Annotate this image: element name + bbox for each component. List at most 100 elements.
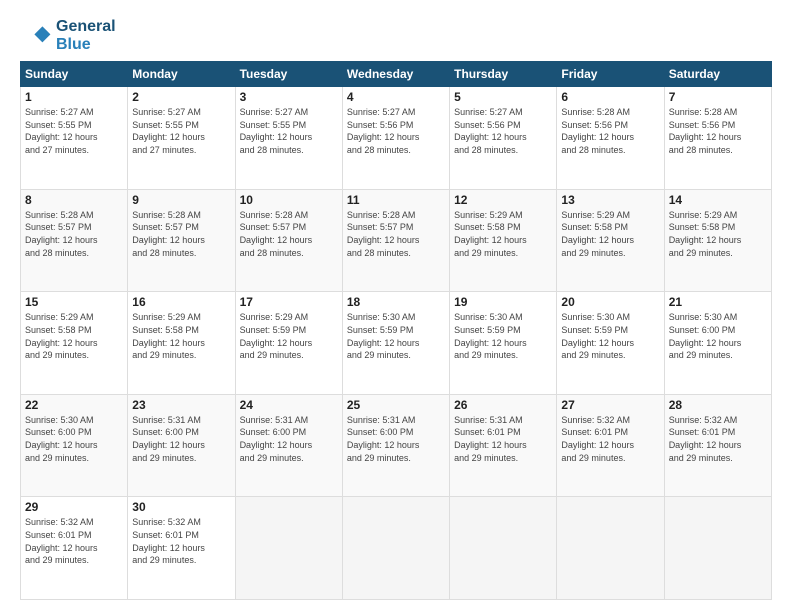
- weekday-header-row: SundayMondayTuesdayWednesdayThursdayFrid…: [21, 62, 772, 87]
- weekday-header-cell: Wednesday: [342, 62, 449, 87]
- day-info: Sunrise: 5:29 AM Sunset: 5:58 PM Dayligh…: [561, 209, 659, 259]
- calendar-day-cell: 20 Sunrise: 5:30 AM Sunset: 5:59 PM Dayli…: [557, 292, 664, 395]
- day-info: Sunrise: 5:28 AM Sunset: 5:56 PM Dayligh…: [561, 106, 659, 156]
- day-number: 26: [454, 398, 552, 412]
- calendar-body: 1 Sunrise: 5:27 AM Sunset: 5:55 PM Daylig…: [21, 87, 772, 600]
- calendar-day-cell: 1 Sunrise: 5:27 AM Sunset: 5:55 PM Daylig…: [21, 87, 128, 190]
- calendar-day-cell: 19 Sunrise: 5:30 AM Sunset: 5:59 PM Dayli…: [450, 292, 557, 395]
- calendar-day-cell: 29Sunrise: 5:32 AM Sunset: 6:01 PM Dayli…: [21, 497, 128, 600]
- day-number: 16: [132, 295, 230, 309]
- logo: General Blue: [20, 18, 116, 53]
- calendar-day-cell: 14 Sunrise: 5:29 AM Sunset: 5:58 PM Dayli…: [664, 189, 771, 292]
- day-number: 19: [454, 295, 552, 309]
- day-info: Sunrise: 5:29 AM Sunset: 5:58 PM Dayligh…: [669, 209, 767, 259]
- day-info: Sunrise: 5:28 AM Sunset: 5:57 PM Dayligh…: [347, 209, 445, 259]
- calendar-day-cell: 15 Sunrise: 5:29 AM Sunset: 5:58 PM Dayli…: [21, 292, 128, 395]
- day-info: Sunrise: 5:31 AM Sunset: 6:00 PM Dayligh…: [347, 414, 445, 464]
- day-number: 17: [240, 295, 338, 309]
- day-number: 1: [25, 90, 123, 104]
- day-info: Sunrise: 5:30 AM Sunset: 5:59 PM Dayligh…: [561, 311, 659, 361]
- calendar-day-cell: 5 Sunrise: 5:27 AM Sunset: 5:56 PM Daylig…: [450, 87, 557, 190]
- calendar-day-cell: 26 Sunrise: 5:31 AM Sunset: 6:01 PM Dayli…: [450, 394, 557, 497]
- logo-icon: [20, 20, 52, 52]
- calendar-day-cell: 27Sunrise: 5:32 AM Sunset: 6:01 PM Dayli…: [557, 394, 664, 497]
- calendar-day-cell: 25 Sunrise: 5:31 AM Sunset: 6:00 PM Dayli…: [342, 394, 449, 497]
- day-number: 22: [25, 398, 123, 412]
- calendar-day-cell: 21Sunrise: 5:30 AM Sunset: 6:00 PM Dayli…: [664, 292, 771, 395]
- day-info: Sunrise: 5:27 AM Sunset: 5:55 PM Dayligh…: [25, 106, 123, 156]
- day-info: Sunrise: 5:27 AM Sunset: 5:56 PM Dayligh…: [454, 106, 552, 156]
- day-info: Sunrise: 5:32 AM Sunset: 6:01 PM Dayligh…: [25, 516, 123, 566]
- day-info: Sunrise: 5:28 AM Sunset: 5:57 PM Dayligh…: [132, 209, 230, 259]
- calendar-day-cell: 30Sunrise: 5:32 AM Sunset: 6:01 PM Dayli…: [128, 497, 235, 600]
- day-info: Sunrise: 5:32 AM Sunset: 6:01 PM Dayligh…: [561, 414, 659, 464]
- day-info: Sunrise: 5:30 AM Sunset: 6:00 PM Dayligh…: [25, 414, 123, 464]
- calendar-day-cell: 8 Sunrise: 5:28 AM Sunset: 5:57 PM Daylig…: [21, 189, 128, 292]
- day-info: Sunrise: 5:28 AM Sunset: 5:57 PM Dayligh…: [240, 209, 338, 259]
- day-number: 14: [669, 193, 767, 207]
- day-number: 9: [132, 193, 230, 207]
- calendar-week-row: 8 Sunrise: 5:28 AM Sunset: 5:57 PM Daylig…: [21, 189, 772, 292]
- calendar-day-cell: 11 Sunrise: 5:28 AM Sunset: 5:57 PM Dayli…: [342, 189, 449, 292]
- calendar-week-row: 15 Sunrise: 5:29 AM Sunset: 5:58 PM Dayli…: [21, 292, 772, 395]
- day-number: 18: [347, 295, 445, 309]
- day-number: 28: [669, 398, 767, 412]
- weekday-header-cell: Sunday: [21, 62, 128, 87]
- day-info: Sunrise: 5:29 AM Sunset: 5:58 PM Dayligh…: [25, 311, 123, 361]
- day-number: 30: [132, 500, 230, 514]
- day-info: Sunrise: 5:31 AM Sunset: 6:00 PM Dayligh…: [132, 414, 230, 464]
- day-info: Sunrise: 5:27 AM Sunset: 5:55 PM Dayligh…: [240, 106, 338, 156]
- page: General Blue SundayMondayTuesdayWednesda…: [0, 0, 792, 612]
- calendar-day-cell: [450, 497, 557, 600]
- weekday-header-cell: Monday: [128, 62, 235, 87]
- weekday-header-cell: Saturday: [664, 62, 771, 87]
- day-number: 25: [347, 398, 445, 412]
- day-number: 20: [561, 295, 659, 309]
- calendar-day-cell: 3 Sunrise: 5:27 AM Sunset: 5:55 PM Daylig…: [235, 87, 342, 190]
- day-info: Sunrise: 5:29 AM Sunset: 5:58 PM Dayligh…: [454, 209, 552, 259]
- weekday-header-cell: Tuesday: [235, 62, 342, 87]
- calendar-day-cell: 2 Sunrise: 5:27 AM Sunset: 5:55 PM Daylig…: [128, 87, 235, 190]
- day-number: 23: [132, 398, 230, 412]
- day-info: Sunrise: 5:27 AM Sunset: 5:55 PM Dayligh…: [132, 106, 230, 156]
- day-number: 4: [347, 90, 445, 104]
- day-number: 2: [132, 90, 230, 104]
- day-number: 11: [347, 193, 445, 207]
- calendar-day-cell: 17Sunrise: 5:29 AM Sunset: 5:59 PM Dayli…: [235, 292, 342, 395]
- calendar-day-cell: 10 Sunrise: 5:28 AM Sunset: 5:57 PM Dayli…: [235, 189, 342, 292]
- day-info: Sunrise: 5:32 AM Sunset: 6:01 PM Dayligh…: [669, 414, 767, 464]
- day-number: 12: [454, 193, 552, 207]
- day-number: 6: [561, 90, 659, 104]
- day-number: 10: [240, 193, 338, 207]
- day-info: Sunrise: 5:30 AM Sunset: 5:59 PM Dayligh…: [347, 311, 445, 361]
- calendar-day-cell: 13Sunrise: 5:29 AM Sunset: 5:58 PM Dayli…: [557, 189, 664, 292]
- day-number: 24: [240, 398, 338, 412]
- day-info: Sunrise: 5:31 AM Sunset: 6:01 PM Dayligh…: [454, 414, 552, 464]
- calendar-day-cell: 9 Sunrise: 5:28 AM Sunset: 5:57 PM Daylig…: [128, 189, 235, 292]
- day-number: 5: [454, 90, 552, 104]
- calendar-day-cell: 4Sunrise: 5:27 AM Sunset: 5:56 PM Daylig…: [342, 87, 449, 190]
- calendar-day-cell: 18 Sunrise: 5:30 AM Sunset: 5:59 PM Dayli…: [342, 292, 449, 395]
- calendar-day-cell: 16Sunrise: 5:29 AM Sunset: 5:58 PM Dayli…: [128, 292, 235, 395]
- day-info: Sunrise: 5:28 AM Sunset: 5:56 PM Dayligh…: [669, 106, 767, 156]
- day-number: 8: [25, 193, 123, 207]
- calendar-day-cell: [235, 497, 342, 600]
- calendar-day-cell: [664, 497, 771, 600]
- day-info: Sunrise: 5:30 AM Sunset: 5:59 PM Dayligh…: [454, 311, 552, 361]
- logo-text: General Blue: [56, 18, 116, 53]
- calendar-day-cell: 7 Sunrise: 5:28 AM Sunset: 5:56 PM Daylig…: [664, 87, 771, 190]
- day-number: 15: [25, 295, 123, 309]
- header: General Blue: [20, 18, 772, 53]
- day-info: Sunrise: 5:28 AM Sunset: 5:57 PM Dayligh…: [25, 209, 123, 259]
- weekday-header-cell: Friday: [557, 62, 664, 87]
- calendar-day-cell: 23 Sunrise: 5:31 AM Sunset: 6:00 PM Dayli…: [128, 394, 235, 497]
- day-number: 7: [669, 90, 767, 104]
- weekday-header-cell: Thursday: [450, 62, 557, 87]
- calendar-day-cell: [557, 497, 664, 600]
- calendar-day-cell: 24 Sunrise: 5:31 AM Sunset: 6:00 PM Dayli…: [235, 394, 342, 497]
- calendar-day-cell: 12 Sunrise: 5:29 AM Sunset: 5:58 PM Dayli…: [450, 189, 557, 292]
- day-number: 3: [240, 90, 338, 104]
- calendar-week-row: 22 Sunrise: 5:30 AM Sunset: 6:00 PM Dayli…: [21, 394, 772, 497]
- day-number: 21: [669, 295, 767, 309]
- day-info: Sunrise: 5:31 AM Sunset: 6:00 PM Dayligh…: [240, 414, 338, 464]
